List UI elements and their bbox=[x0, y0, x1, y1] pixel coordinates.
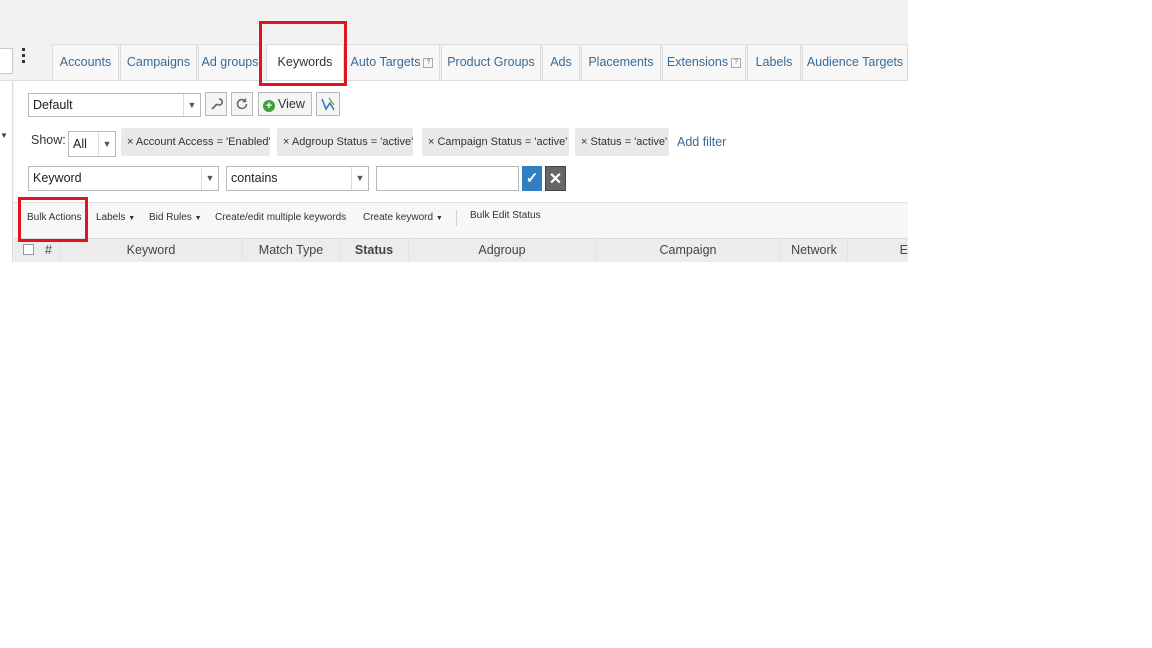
tab-label: Auto Targets bbox=[350, 55, 421, 69]
labels-dropdown-label: Labels bbox=[96, 212, 126, 223]
plus-circle-icon: + bbox=[263, 100, 275, 112]
tab-accounts[interactable]: Accounts bbox=[52, 44, 119, 80]
view-button-label: View bbox=[278, 97, 305, 111]
filter-chip-adgroup-status[interactable]: × Adgroup Status = 'active' bbox=[277, 128, 413, 156]
chevron-down-icon: ▼ bbox=[98, 132, 115, 156]
cancel-close-icon[interactable]: ✕ bbox=[545, 166, 566, 191]
labels-dropdown[interactable]: Labels ▼ bbox=[96, 212, 135, 223]
column-header-match-type[interactable]: Match Type bbox=[243, 238, 340, 262]
filter-chip-label: × Adgroup Status = 'active' bbox=[283, 136, 414, 148]
tab-campaigns[interactable]: Campaigns bbox=[120, 44, 197, 80]
search-input[interactable] bbox=[376, 166, 519, 191]
search-field-value: Keyword bbox=[33, 171, 82, 185]
show-select[interactable]: All ▼ bbox=[68, 131, 116, 157]
tab-placements[interactable]: Placements bbox=[581, 44, 661, 80]
app-screenshot: ▼ Accounts Campaigns Ad groups Keywords … bbox=[0, 0, 908, 262]
left-dropdown-arrow-icon[interactable]: ▼ bbox=[0, 131, 8, 140]
bulk-edit-status-button[interactable]: Bulk Edit Status bbox=[470, 210, 541, 221]
view-select[interactable]: Default ▼ bbox=[28, 93, 201, 117]
filter-chip-label: × Status = 'active' bbox=[581, 136, 668, 148]
tab-label: Product Groups bbox=[447, 55, 535, 69]
filter-chip-status[interactable]: × Status = 'active' bbox=[575, 128, 669, 156]
column-header-campaign[interactable]: Campaign bbox=[596, 238, 781, 262]
left-panel-fragment bbox=[0, 80, 13, 262]
view-button[interactable]: + View bbox=[258, 92, 312, 116]
add-filter-link[interactable]: Add filter bbox=[677, 135, 726, 149]
highlight-bulk-actions bbox=[18, 197, 88, 242]
filter-chip-account-access[interactable]: × Account Access = 'Enabled' bbox=[121, 128, 271, 156]
tab-ad-groups[interactable]: Ad groups bbox=[198, 44, 262, 80]
create-keyword-dropdown[interactable]: Create keyword ▼ bbox=[363, 212, 443, 223]
tab-auto-targets[interactable]: Auto Targets? bbox=[344, 44, 440, 80]
help-icon[interactable]: ? bbox=[423, 57, 434, 68]
caret-down-icon: ▼ bbox=[435, 215, 443, 222]
create-edit-multiple-keywords-button[interactable]: Create/edit multiple keywords bbox=[215, 212, 346, 223]
filter-chip-campaign-status[interactable]: × Campaign Status = 'active' bbox=[422, 128, 569, 156]
filter-chip-label: × Account Access = 'Enabled' bbox=[127, 136, 271, 148]
search-operator-select[interactable]: contains ▼ bbox=[226, 166, 369, 191]
column-header-adgroup[interactable]: Adgroup bbox=[409, 238, 596, 262]
wrench-icon[interactable] bbox=[205, 92, 227, 116]
toolbar-divider bbox=[456, 210, 457, 226]
highlight-keywords-tab bbox=[259, 21, 347, 86]
tab-label: Ads bbox=[550, 55, 572, 69]
bid-rules-dropdown-label: Bid Rules bbox=[149, 212, 192, 223]
tab-label: Audience Targets bbox=[806, 55, 904, 69]
tab-label: Accounts bbox=[59, 55, 112, 69]
tab-labels[interactable]: Labels bbox=[747, 44, 801, 80]
column-header-status[interactable]: Status bbox=[340, 238, 409, 262]
caret-down-icon: ▼ bbox=[194, 215, 202, 222]
tab-label: Campaigns bbox=[126, 55, 191, 69]
tab-label: Ad groups bbox=[201, 55, 259, 69]
show-label: Show: bbox=[31, 133, 66, 147]
show-select-value: All bbox=[73, 137, 87, 151]
help-icon[interactable]: ? bbox=[731, 57, 742, 68]
chevron-down-icon: ▼ bbox=[351, 167, 368, 190]
tab-label: Labels bbox=[755, 55, 793, 69]
refresh-icon[interactable] bbox=[231, 92, 253, 116]
tab-ads[interactable]: Ads bbox=[542, 44, 580, 80]
column-header-truncated[interactable]: E bbox=[848, 238, 908, 262]
tab-extensions[interactable]: Extensions? bbox=[662, 44, 746, 80]
column-header-network[interactable]: Network bbox=[781, 238, 848, 262]
chevron-down-icon: ▼ bbox=[183, 94, 200, 116]
caret-down-icon: ▼ bbox=[128, 215, 136, 222]
tab-audience-targets[interactable]: Audience Targets bbox=[802, 44, 908, 80]
filter-chip-label: × Campaign Status = 'active' bbox=[428, 136, 568, 148]
create-keyword-dropdown-label: Create keyword bbox=[363, 212, 434, 223]
chevron-down-icon: ▼ bbox=[201, 167, 218, 190]
view-select-value: Default bbox=[33, 98, 73, 112]
search-field-select[interactable]: Keyword ▼ bbox=[28, 166, 219, 191]
tab-label: Placements bbox=[588, 55, 654, 69]
confirm-check-icon[interactable]: ✓ bbox=[522, 166, 542, 191]
search-operator-value: contains bbox=[231, 171, 278, 185]
tab-label: Extensions bbox=[666, 55, 729, 69]
chart-icon[interactable] bbox=[316, 92, 340, 116]
bid-rules-dropdown[interactable]: Bid Rules ▼ bbox=[149, 212, 202, 223]
select-all-checkbox[interactable] bbox=[23, 244, 34, 255]
tab-product-groups[interactable]: Product Groups bbox=[441, 44, 541, 80]
tab-bar: Accounts Campaigns Ad groups Keywords Au… bbox=[0, 44, 908, 80]
